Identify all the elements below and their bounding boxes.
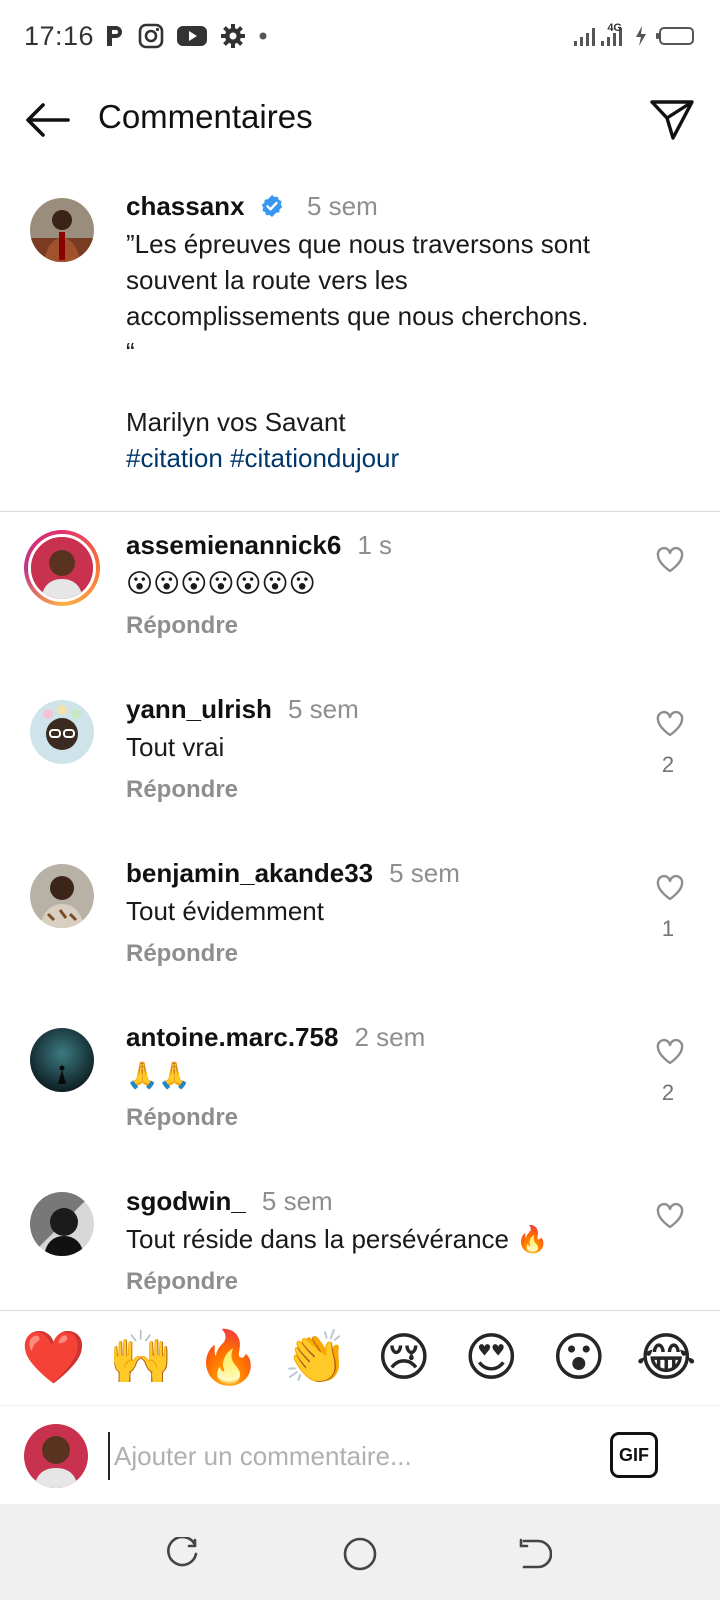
caption-line: accomplissements que nous cherchons. [126,301,589,331]
avatar[interactable] [30,864,94,928]
comment-username[interactable]: antoine.marc.758 [126,1022,338,1052]
comment-text: Tout évidemment [126,896,324,926]
youtube-icon [177,26,208,46]
reaction-heart-button[interactable]: ❤️ [19,1328,89,1388]
comment-time: 5 sem [287,694,359,724]
page-title: Commentaires [98,98,313,135]
settings-gear-icon [221,24,246,48]
comment-time: 5 sem [261,1186,333,1216]
battery-icon [656,27,694,45]
comment-username[interactable]: assemienannick6 [126,530,341,560]
share-button[interactable] [648,96,696,144]
status-bar: 17:16 4G [0,0,720,72]
home-circle-icon [343,1537,377,1571]
reaction-fire-button[interactable]: 🔥 [194,1328,264,1388]
heart-outline-icon[interactable] [656,546,684,574]
parking-app-icon [107,26,123,46]
comment-time: 1 s [357,530,393,560]
recents-icon [167,1537,198,1567]
comment-username[interactable]: sgodwin_ [126,1186,246,1216]
caption-text: ”Les épreuves que nous traversons sont s… [126,226,686,476]
caption-hashtags[interactable]: #citation #citationdujour [126,440,686,476]
reaction-clap-button[interactable]: 👏 [281,1328,351,1388]
paper-plane-icon [650,100,694,140]
post-caption: chassanx 5 sem ”Les épreuves que nous tr… [0,190,720,512]
comment-input[interactable] [108,1432,578,1480]
back-nav-icon [519,1538,552,1569]
comment-username[interactable]: benjamin_akande33 [126,858,373,888]
back-nav-button[interactable] [515,1534,555,1574]
reply-button[interactable]: Répondre [126,940,626,968]
avatar[interactable] [30,198,94,262]
top-app-bar: Commentaires [0,78,720,162]
network-type: 4G [607,22,622,34]
recents-button[interactable] [162,1534,202,1574]
like-count: 1 [661,916,675,941]
reaction-laughing-button[interactable]: 😂 [631,1328,701,1388]
comment-item: sgodwin_ 5 sem Tout réside dans la persév… [0,1184,720,1310]
comment-text: 🙏🙏 [126,1060,191,1090]
comment-time: 2 sem [354,1022,426,1052]
back-button[interactable] [22,98,72,142]
caption-line: souvent la route vers les [126,265,408,295]
charging-bolt-icon [636,26,646,46]
home-button[interactable] [340,1534,380,1574]
comment-text: Tout réside dans la persévérance 🔥 [126,1224,549,1254]
reply-button[interactable]: Répondre [126,776,626,804]
comment-text: 😮😮😮😮😮😮😮 [126,568,316,598]
comment-item: antoine.marc.758 2 sem 🙏🙏 Répondre 2 [0,1020,720,1184]
caption-line: Marilyn vos Savant [126,407,346,437]
post-time: 5 sem [307,191,378,221]
notification-icons [104,23,268,49]
comment-item: assemienannick6 1 s 😮😮😮😮😮😮😮 Répondre [0,528,720,692]
reply-button[interactable]: Répondre [126,612,626,640]
gif-button[interactable]: GIF [610,1432,658,1478]
heart-outline-icon[interactable] [656,710,684,738]
signal-icon [574,28,596,46]
avatar[interactable] [30,1028,94,1092]
caption-line: ”Les épreuves que nous traversons sont [126,229,590,259]
comment-item: benjamin_akande33 5 sem Tout évidemment R… [0,856,720,1020]
instagram-icon [138,23,164,49]
comment-composer: GIF [0,1406,720,1504]
avatar-photo [30,198,94,262]
avatar[interactable] [24,530,100,606]
quick-reactions-bar: ❤️ 🙌 🔥 👏 😢 😍 😮 😂 [0,1310,720,1406]
heart-outline-icon[interactable] [656,1202,684,1230]
reaction-crying-button[interactable]: 😢 [369,1328,439,1388]
like-count: 2 [661,752,675,777]
heart-outline-icon[interactable] [656,1038,684,1066]
avatar[interactable] [30,700,94,764]
reaction-raised-hands-button[interactable]: 🙌 [106,1328,176,1388]
reply-button[interactable]: Répondre [126,1104,626,1132]
comment-time: 5 sem [389,858,460,888]
avatar[interactable] [30,1192,94,1256]
status-time: 17:16 [24,20,95,51]
my-avatar [24,1424,88,1488]
reaction-heart-eyes-button[interactable]: 😍 [456,1328,526,1388]
like-count: 2 [661,1080,675,1105]
caption-line [126,370,686,404]
system-nav-bar [0,1504,720,1600]
heart-outline-icon[interactable] [656,874,684,902]
dot-icon [259,32,267,40]
comment-text: Tout vrai [126,732,225,762]
verified-badge-icon [261,195,282,217]
reaction-surprised-button[interactable]: 😮 [544,1328,614,1388]
reply-button[interactable]: Répondre [126,1268,626,1296]
comment-username[interactable]: yann_ulrish [126,694,272,724]
post-username[interactable]: chassanx [126,191,245,221]
comment-item: yann_ulrish 5 sem Tout vrai Répondre 2 [0,692,720,856]
arrow-left-icon [26,103,70,137]
caption-line: “ [126,337,135,367]
